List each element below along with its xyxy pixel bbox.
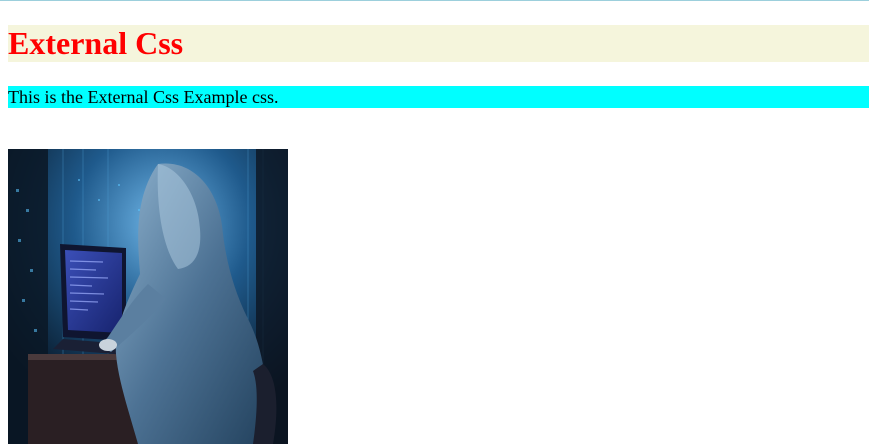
top-border-line <box>0 0 869 1</box>
hacker-photo <box>8 149 288 444</box>
hacker-illustration <box>8 149 288 444</box>
intro-paragraph: This is the External Css Example css. <box>8 86 869 108</box>
page-heading: External Css <box>8 25 869 62</box>
laptop-screen <box>65 250 122 333</box>
figure-hand <box>99 339 117 351</box>
